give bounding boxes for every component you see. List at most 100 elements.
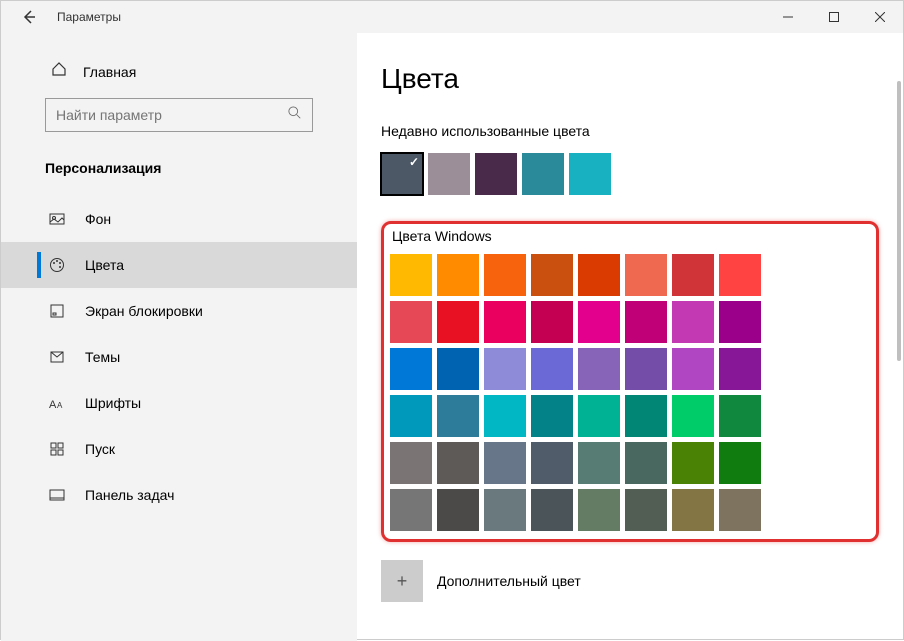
sidebar-item-background[interactable]: Фон bbox=[1, 196, 357, 242]
color-swatch[interactable] bbox=[672, 301, 714, 343]
recent-color-swatch[interactable] bbox=[428, 153, 470, 195]
color-swatch[interactable] bbox=[390, 395, 432, 437]
taskbar-icon bbox=[45, 487, 69, 503]
arrow-left-icon bbox=[21, 9, 37, 25]
color-swatch[interactable] bbox=[437, 489, 479, 531]
titlebar: Параметры bbox=[1, 1, 903, 33]
sidebar-item-colors[interactable]: Цвета bbox=[1, 242, 357, 288]
minimize-icon bbox=[783, 12, 793, 22]
recent-colors-header: Недавно использованные цвета bbox=[381, 123, 879, 139]
color-swatch[interactable] bbox=[390, 489, 432, 531]
start-icon bbox=[45, 441, 69, 457]
sidebar-item-fonts[interactable]: AA Шрифты bbox=[1, 380, 357, 426]
minimize-button[interactable] bbox=[765, 1, 811, 33]
windows-colors-section: Цвета Windows bbox=[381, 221, 879, 542]
maximize-button[interactable] bbox=[811, 1, 857, 33]
color-swatch[interactable] bbox=[625, 489, 667, 531]
main-content: Цвета Недавно использованные цвета Цвета… bbox=[357, 33, 903, 641]
color-swatch[interactable] bbox=[484, 442, 526, 484]
color-swatch[interactable] bbox=[531, 301, 573, 343]
recent-colors-row bbox=[381, 153, 879, 195]
close-button[interactable] bbox=[857, 1, 903, 33]
color-swatch[interactable] bbox=[578, 442, 620, 484]
close-icon bbox=[875, 12, 885, 22]
custom-color-row: + Дополнительный цвет bbox=[381, 560, 879, 602]
picture-icon bbox=[45, 211, 69, 227]
search-box[interactable] bbox=[45, 98, 313, 132]
nav-label: Фон bbox=[85, 211, 111, 227]
color-swatch[interactable] bbox=[484, 489, 526, 531]
color-swatch[interactable] bbox=[390, 301, 432, 343]
color-swatch[interactable] bbox=[437, 254, 479, 296]
color-swatch[interactable] bbox=[531, 348, 573, 390]
color-swatch[interactable] bbox=[390, 442, 432, 484]
color-swatch[interactable] bbox=[625, 395, 667, 437]
color-swatch[interactable] bbox=[672, 489, 714, 531]
color-swatch[interactable] bbox=[531, 254, 573, 296]
color-swatch[interactable] bbox=[390, 254, 432, 296]
color-swatch[interactable] bbox=[578, 254, 620, 296]
sidebar-item-taskbar[interactable]: Панель задач bbox=[1, 472, 357, 518]
sidebar-item-lockscreen[interactable]: Экран блокировки bbox=[1, 288, 357, 334]
color-swatch[interactable] bbox=[437, 348, 479, 390]
color-grid bbox=[390, 254, 870, 531]
search-icon bbox=[288, 106, 302, 125]
color-swatch[interactable] bbox=[437, 301, 479, 343]
color-swatch[interactable] bbox=[672, 254, 714, 296]
color-swatch[interactable] bbox=[625, 301, 667, 343]
sidebar-item-start[interactable]: Пуск bbox=[1, 426, 357, 472]
sidebar-item-themes[interactable]: Темы bbox=[1, 334, 357, 380]
section-header: Персонализация bbox=[1, 152, 357, 196]
nav-label: Панель задач bbox=[85, 487, 174, 503]
recent-color-swatch[interactable] bbox=[569, 153, 611, 195]
color-swatch[interactable] bbox=[719, 348, 761, 390]
svg-text:A: A bbox=[57, 401, 63, 410]
add-custom-color-button[interactable]: + bbox=[381, 560, 423, 602]
search-input[interactable] bbox=[56, 107, 288, 123]
scrollbar[interactable] bbox=[897, 81, 901, 361]
color-swatch[interactable] bbox=[531, 395, 573, 437]
color-swatch[interactable] bbox=[578, 301, 620, 343]
color-swatch[interactable] bbox=[672, 348, 714, 390]
svg-text:A: A bbox=[49, 399, 57, 410]
plus-icon: + bbox=[397, 571, 408, 592]
color-swatch[interactable] bbox=[484, 254, 526, 296]
home-link[interactable]: Главная bbox=[1, 53, 357, 98]
color-swatch[interactable] bbox=[719, 489, 761, 531]
fonts-icon: AA bbox=[45, 396, 69, 410]
recent-color-swatch[interactable] bbox=[522, 153, 564, 195]
color-swatch[interactable] bbox=[531, 442, 573, 484]
color-swatch[interactable] bbox=[437, 395, 479, 437]
color-swatch[interactable] bbox=[484, 395, 526, 437]
home-label: Главная bbox=[83, 64, 136, 80]
color-swatch[interactable] bbox=[625, 442, 667, 484]
maximize-icon bbox=[829, 12, 839, 22]
color-swatch[interactable] bbox=[531, 489, 573, 531]
palette-icon bbox=[45, 257, 69, 273]
color-swatch[interactable] bbox=[484, 348, 526, 390]
color-swatch[interactable] bbox=[719, 301, 761, 343]
color-swatch[interactable] bbox=[672, 395, 714, 437]
color-swatch[interactable] bbox=[578, 348, 620, 390]
color-swatch[interactable] bbox=[719, 254, 761, 296]
recent-color-swatch[interactable] bbox=[381, 153, 423, 195]
nav-label: Экран блокировки bbox=[85, 303, 203, 319]
color-swatch[interactable] bbox=[578, 395, 620, 437]
color-swatch[interactable] bbox=[625, 254, 667, 296]
color-swatch[interactable] bbox=[625, 348, 667, 390]
home-icon bbox=[51, 61, 67, 82]
color-swatch[interactable] bbox=[672, 442, 714, 484]
nav-label: Цвета bbox=[85, 257, 124, 273]
color-swatch[interactable] bbox=[719, 395, 761, 437]
window-controls bbox=[765, 1, 903, 33]
color-swatch[interactable] bbox=[390, 348, 432, 390]
back-button[interactable] bbox=[9, 1, 49, 33]
page-title: Цвета bbox=[381, 63, 879, 95]
nav-label: Шрифты bbox=[85, 395, 141, 411]
custom-color-label: Дополнительный цвет bbox=[437, 573, 581, 589]
color-swatch[interactable] bbox=[719, 442, 761, 484]
color-swatch[interactable] bbox=[578, 489, 620, 531]
color-swatch[interactable] bbox=[437, 442, 479, 484]
recent-color-swatch[interactable] bbox=[475, 153, 517, 195]
color-swatch[interactable] bbox=[484, 301, 526, 343]
